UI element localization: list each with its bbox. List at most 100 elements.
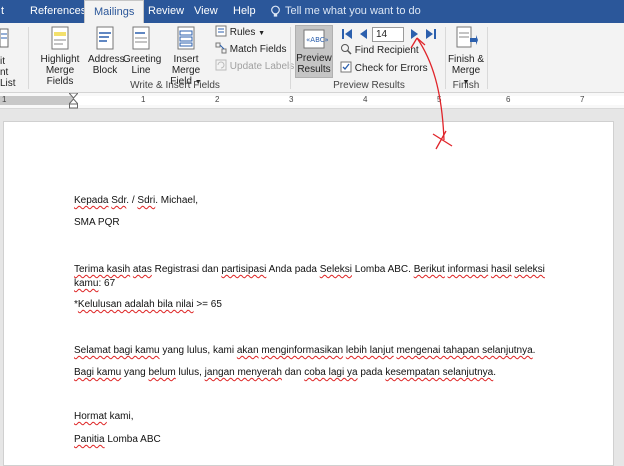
ruler-number: 4 [363, 95, 368, 104]
word: Selamat bagi kamu [74, 345, 160, 356]
doc-line-school: SMA PQR [74, 217, 120, 228]
last-record-icon[interactable] [425, 28, 437, 40]
indent-marker-icon[interactable] [69, 93, 78, 109]
word: . [532, 345, 536, 356]
check-errors-icon [340, 61, 352, 73]
word: . Michael, [155, 195, 198, 206]
word: lulus, [175, 367, 205, 378]
word: Sdri [137, 195, 156, 206]
edit-recipient-label-2: nt List [0, 67, 16, 89]
ribbon-tab-bar: t References Mailings Review View Help T… [0, 0, 624, 23]
find-recipient-label: Find Recipient [354, 45, 419, 56]
group-label-preview-results: Preview Results [333, 80, 405, 91]
greeting-line-icon [132, 26, 150, 50]
word: pada [357, 367, 386, 378]
word: . [493, 367, 497, 378]
word: belum [148, 367, 176, 378]
tell-me-box[interactable]: Tell me what you want to do [270, 0, 421, 23]
match-fields-icon [215, 42, 227, 54]
word: dan [281, 367, 305, 378]
doc-line-note: *Kelulusan adalah bila nilai >= 65 [74, 299, 222, 310]
rules-button[interactable]: Rules ▼ [215, 25, 265, 41]
match-fields-button[interactable]: Match Fields [215, 42, 286, 58]
tab-mailings[interactable]: Mailings [84, 0, 145, 23]
highlight-merge-fields-button[interactable]: Highlight Merge Fields [32, 25, 88, 87]
word: kesempatan selanjutnya [385, 367, 494, 378]
highlight-label-1: Highlight [40, 54, 80, 65]
word: mengenai tahapan selanjutnya [396, 345, 533, 356]
word: seleksi [514, 264, 545, 275]
highlight-fields-icon [51, 26, 69, 50]
word: atas [132, 264, 152, 275]
previous-record-icon[interactable] [357, 28, 369, 40]
ruler-margin [0, 96, 73, 105]
find-recipient-icon [341, 44, 352, 55]
word: >= 65 [193, 299, 222, 310]
doc-line-recipient: Kepada Sdr. / Sdri. Michael, [74, 195, 198, 206]
recipient-list-icon [0, 28, 9, 48]
highlight-label-2: Merge Fields [45, 65, 75, 87]
ruler-number: 1 [141, 95, 146, 104]
word: . / [126, 195, 138, 206]
word: Kepada [74, 195, 109, 206]
tab-view[interactable]: View [185, 0, 227, 23]
word: Lomba ABC. [351, 264, 414, 275]
group-separator [487, 27, 488, 89]
greeting-label-2: Line [131, 65, 151, 76]
first-record-icon[interactable] [341, 28, 353, 40]
word: Seleksi [319, 264, 352, 275]
word: informasi [447, 264, 489, 275]
greeting-line-button[interactable]: Greeting Line [123, 25, 161, 76]
address-label-1: Address [88, 54, 125, 65]
doc-line-signature: Panitia Lomba ABC [74, 434, 161, 445]
word: yang [121, 367, 149, 378]
insert-merge-label-1: Insert Merge [171, 54, 201, 76]
word: Kelulusan adalah bila nilai [77, 299, 194, 310]
next-record-icon[interactable] [409, 28, 421, 40]
word: akan [236, 345, 259, 356]
group-label-write-insert: Write & Insert Fields [130, 80, 220, 91]
doc-line-congrats: Selamat bagi kamu yang lulus, kami akan … [74, 345, 535, 356]
tell-me-text: Tell me what you want to do [285, 5, 421, 17]
word: menginformasikan [261, 345, 344, 356]
update-labels-icon [215, 59, 227, 71]
finish-merge-button[interactable]: Finish & Merge ▼ [447, 25, 485, 88]
group-separator [445, 27, 446, 89]
ruler-number: 3 [289, 95, 294, 104]
word: yang lulus, kami [159, 345, 237, 356]
word: : 67 [98, 278, 116, 289]
insert-merge-field-icon [177, 26, 195, 50]
group-label-finish: Finish [452, 80, 480, 91]
find-recipient-button[interactable]: Find Recipient [340, 43, 419, 59]
ribbon-mailings: it nt List Highlight Merge Fields Addres… [0, 23, 624, 93]
insert-merge-field-button[interactable]: Insert Merge Field ▼ [159, 25, 213, 88]
edit-recipient-list-button[interactable]: it nt List [0, 56, 26, 89]
word: Hormat [74, 411, 107, 422]
dropdown-arrow-icon: ▼ [258, 30, 266, 37]
check-for-errors-button[interactable]: Check for Errors [340, 61, 428, 77]
tab-help[interactable]: Help [224, 0, 265, 23]
finish-merge-icon [456, 26, 478, 48]
horizontal-ruler[interactable]: 1 1 2 3 4 5 6 7 [0, 93, 624, 109]
ruler-number: 2 [215, 95, 220, 104]
match-fields-label: Match Fields [229, 44, 287, 55]
preview-results-button[interactable]: «ABC» Preview Results [295, 25, 333, 78]
tab-partial[interactable]: t [0, 0, 13, 23]
record-number-input[interactable]: 14 [372, 27, 404, 42]
update-labels-button[interactable]: Update Labels [215, 59, 294, 75]
check-errors-label: Check for Errors [354, 63, 428, 74]
doc-line-encourage: Bagi kamu yang belum lulus, jangan menye… [74, 367, 496, 378]
address-label-2: Block [92, 65, 118, 76]
word: Sdr [111, 195, 127, 206]
rules-label: Rules [229, 27, 256, 38]
ruler-text-area [73, 96, 624, 105]
lightbulb-icon [271, 5, 280, 17]
ruler-number: 5 [437, 95, 442, 104]
address-block-button[interactable]: Address Block [88, 25, 125, 76]
address-block-icon [96, 26, 114, 50]
word: coba lagi ya [304, 367, 358, 378]
ruler-number: 1 [2, 95, 7, 104]
edit-recipient-label-1: it [0, 56, 5, 67]
rules-icon [215, 25, 227, 37]
svg-text:«ABC»: «ABC» [306, 36, 328, 44]
